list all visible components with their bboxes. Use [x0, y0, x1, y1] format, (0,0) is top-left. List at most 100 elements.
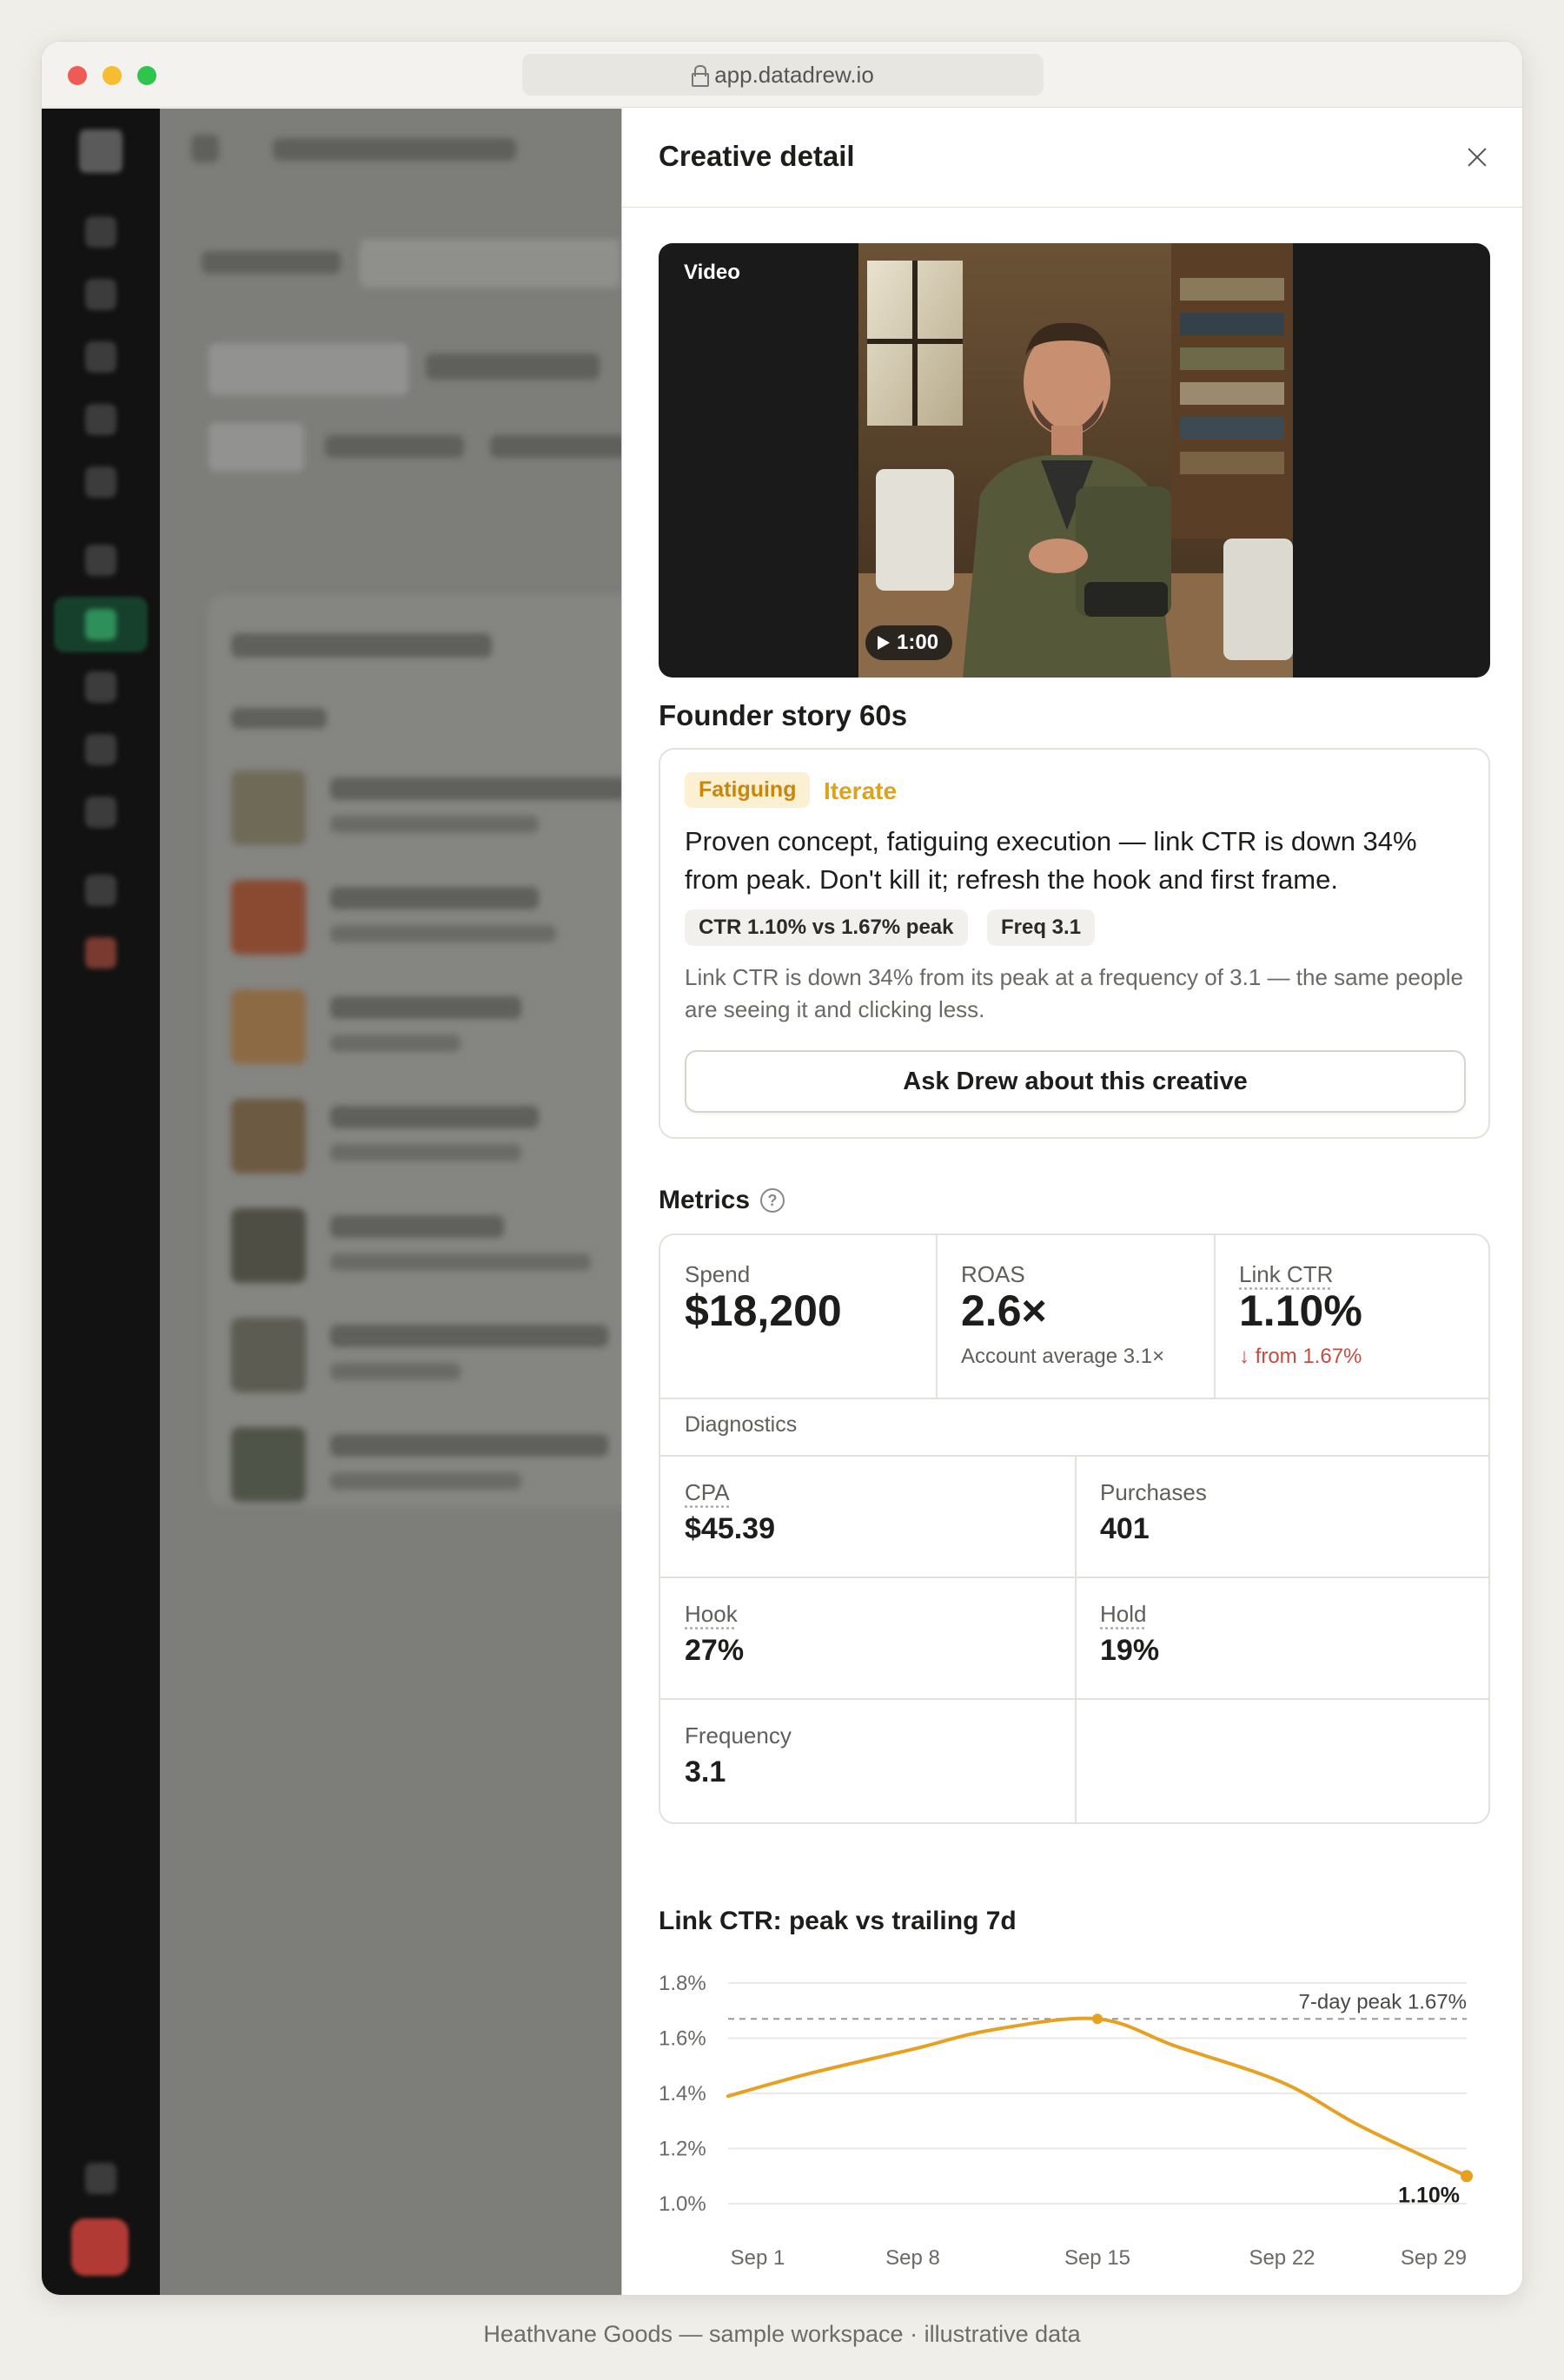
peak-reference-label: 7-day peak 1.67% — [1299, 1990, 1467, 2013]
y-tick-label: 1.2% — [659, 2138, 706, 2161]
sidebar-settings-icon[interactable] — [85, 2163, 116, 2194]
filter-chip-healthy — [490, 435, 622, 458]
breadcrumb — [273, 138, 516, 161]
latest-point — [1461, 2170, 1473, 2183]
metric-value: 401 — [1100, 1512, 1150, 1545]
y-tick-label: 1.6% — [659, 2027, 706, 2051]
metric-value: 1.10% — [1239, 1286, 1362, 1335]
filter-chip-scaling — [325, 435, 464, 458]
maximize-window-button[interactable] — [137, 66, 156, 85]
sidebar-nav-icon[interactable] — [85, 797, 116, 828]
metric-label: Hold — [1100, 1601, 1147, 1627]
address-bar[interactable]: app.datadrew.io — [522, 54, 1044, 96]
sidebar-nav-icon[interactable] — [85, 734, 116, 765]
creative-row-meta — [330, 816, 539, 833]
divider — [1075, 1455, 1077, 1822]
metric-link-ctr: Link CTR 1.10% ↓ from 1.67% — [1215, 1235, 1488, 1398]
metrics-title: Metrics — [659, 1186, 751, 1214]
video-preview[interactable]: Video 1:00 — [659, 243, 1490, 678]
verdict-card: Fatiguing Iterate Proven concept, fatigu… — [659, 748, 1490, 1139]
help-icon[interactable]: ? — [760, 1188, 785, 1213]
metric-label: Link CTR — [1239, 1261, 1334, 1287]
creative-row-title — [330, 777, 622, 800]
sidebar-nav-icon[interactable] — [85, 341, 116, 373]
app-logo-icon — [79, 129, 123, 173]
sidebar-nav-icon[interactable] — [85, 466, 116, 498]
metric-value: 2.6× — [961, 1286, 1047, 1335]
creative-thumbnail — [231, 1208, 306, 1283]
creative-name: Founder story 60s — [659, 699, 908, 731]
sidebar-nav-icon[interactable] — [85, 875, 116, 906]
sidebar-nav-icon[interactable] — [85, 937, 116, 969]
metric-value: $45.39 — [685, 1512, 775, 1545]
y-tick-label: 1.8% — [659, 1972, 706, 1995]
creative-thumbnail — [231, 1427, 306, 1502]
metric-frequency: Frequency 3.1 — [660, 1700, 1075, 1820]
creative-row-meta — [330, 1144, 521, 1161]
date-range-picker — [360, 239, 620, 288]
metric-spend: Spend $18,200 — [660, 1235, 937, 1398]
sidebar-nav-icon[interactable] — [85, 216, 116, 248]
ask-drew-button[interactable]: Ask Drew about this creative — [685, 1050, 1466, 1113]
verdict-explanation: Link CTR is down 34% from its peak at a … — [685, 964, 1464, 1022]
sidebar-nav-icon[interactable] — [85, 671, 116, 703]
metric-label: Frequency — [685, 1722, 792, 1749]
peak-point — [1092, 2013, 1103, 2025]
panel-header: Creative detail — [622, 109, 1522, 208]
browser-titlebar: app.datadrew.io — [42, 42, 1522, 108]
metric-value: 3.1 — [685, 1755, 726, 1788]
creative-thumbnail — [231, 880, 306, 955]
browser-window: app.datadrew.io Creative detail Video 1:… — [41, 41, 1523, 2296]
creative-row-meta — [330, 1363, 461, 1380]
play-icon — [878, 636, 890, 650]
lock-icon — [692, 65, 710, 87]
metric-label: Hook — [685, 1601, 738, 1627]
minimize-window-button[interactable] — [103, 66, 122, 85]
latest-value-label: 1.10% — [1398, 2183, 1460, 2207]
creative-row-title — [330, 1325, 608, 1347]
divider — [660, 1398, 1488, 1399]
creative-row-title — [330, 1215, 504, 1238]
y-tick-label: 1.0% — [659, 2192, 706, 2216]
creative-row-meta — [330, 1472, 521, 1490]
close-window-button[interactable] — [68, 66, 87, 85]
metric-roas: ROAS 2.6× Account average 3.1× — [937, 1235, 1215, 1398]
creative-row-meta — [330, 1253, 591, 1271]
sidebar-nav-icon[interactable] — [85, 404, 116, 435]
ctr-chip: CTR 1.10% vs 1.67% peak — [685, 909, 968, 946]
metric-label: CPA — [685, 1479, 730, 1505]
user-avatar[interactable] — [71, 2218, 129, 2276]
creative-thumbnail — [231, 1099, 306, 1173]
creative-row-meta — [330, 925, 556, 942]
sidebar-nav-icon[interactable] — [85, 609, 116, 640]
sidebar-nav-icon[interactable] — [85, 545, 116, 576]
url-text: app.datadrew.io — [714, 61, 874, 88]
video-type-tag: Video — [684, 261, 740, 284]
panel-title: Creative detail — [659, 140, 855, 172]
creative-thumbnail — [231, 770, 306, 845]
creative-detail-panel: Creative detail Video 1:00 Founder story… — [621, 109, 1522, 2295]
metric-purchases: Purchases 401 — [1076, 1457, 1488, 1577]
metric-hook: Hook 27% — [660, 1578, 1075, 1698]
metric-value: 27% — [685, 1634, 745, 1667]
metric-label: ROAS — [961, 1261, 1025, 1287]
ctr-series-line — [726, 2016, 1468, 2178]
x-tick-label: Sep 8 — [885, 2246, 940, 2270]
metric-label: Spend — [685, 1261, 751, 1287]
metric-label: Purchases — [1100, 1479, 1207, 1505]
chart-title: Link CTR: peak vs trailing 7d — [659, 1907, 1017, 1935]
status-badge: Fatiguing — [685, 772, 811, 808]
video-duration-badge[interactable]: 1:00 — [865, 625, 953, 660]
time-period-label — [202, 251, 341, 274]
diagnostics-label: Diagnostics — [685, 1412, 798, 1437]
recommended-action: Iterate — [824, 777, 898, 804]
metric-subtext: ↓ from 1.67% — [1239, 1345, 1362, 1368]
leaderboard-column-header — [231, 708, 327, 729]
x-tick-label: Sep 29 — [1401, 2246, 1467, 2270]
creative-row-title — [330, 1106, 539, 1128]
creative-row-title — [330, 996, 521, 1019]
x-tick-label: Sep 1 — [731, 2246, 785, 2270]
sidebar-nav-icon[interactable] — [85, 279, 116, 310]
close-panel-button[interactable] — [1463, 143, 1491, 171]
verdict-headline: Proven concept, fatiguing execution — li… — [685, 826, 1417, 895]
